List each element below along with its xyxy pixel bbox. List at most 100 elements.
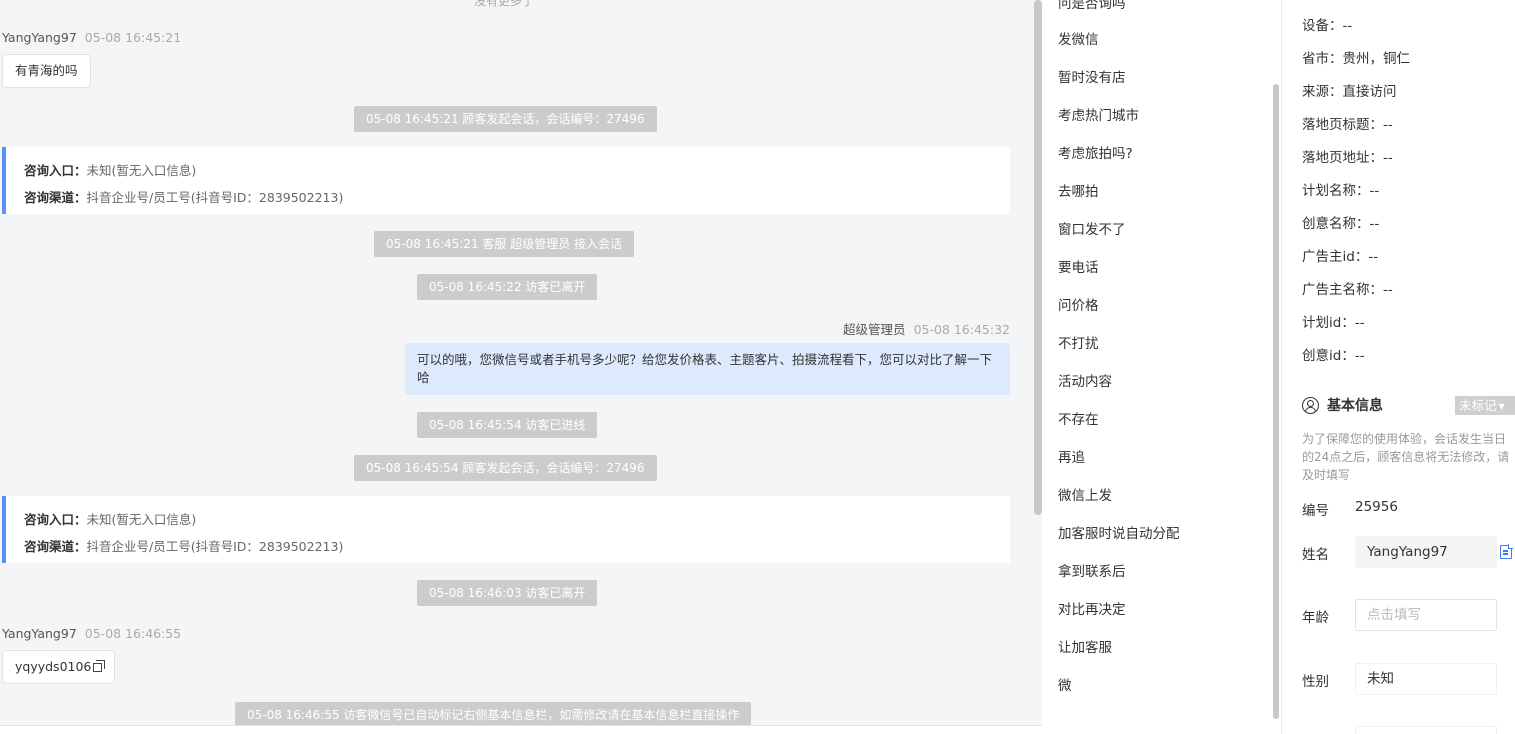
attr-value: --	[1354, 348, 1365, 364]
wechat-id-text: yqyyds0106	[15, 659, 92, 674]
quick-reply-item[interactable]: 问是否询吗	[1058, 0, 1126, 12]
attr-value: --	[1369, 183, 1380, 199]
attr-province-city: 省市：贵州，铜仁	[1302, 47, 1410, 67]
consult-info-card: 咨询入口：未知(暂无入口信息) 咨询渠道：抖音企业号/员工号(抖音号ID：283…	[2, 496, 1010, 563]
attr-value: --	[1342, 18, 1353, 34]
quick-reply-item[interactable]: 考虑旅拍吗?	[1058, 142, 1133, 162]
gender-field[interactable]: 未知	[1355, 663, 1497, 695]
no-more-history: 没有更多了	[474, 0, 535, 8]
quick-reply-item[interactable]: 微	[1058, 674, 1072, 694]
quick-reply-item[interactable]: 不打扰	[1058, 332, 1099, 352]
entry-label: 咨询入口：	[24, 163, 87, 178]
attr-device: 设备：--	[1302, 14, 1352, 34]
attr-label: 落地页标题：	[1302, 117, 1383, 133]
quick-reply-item[interactable]: 不存在	[1058, 408, 1099, 428]
system-message: 05-08 16:45:54 顾客发起会话，会话编号：27496	[354, 455, 657, 481]
gender-label: 性别	[1302, 674, 1329, 690]
message-time: 05-08 16:45:21	[84, 30, 182, 45]
attr-value: --	[1383, 117, 1393, 133]
quick-reply-item[interactable]: 对比再决定	[1058, 598, 1126, 618]
channel-value: 抖音企业号/员工号(抖音号ID：2839502213)	[86, 539, 344, 554]
quick-reply-item[interactable]: 窗口发不了	[1058, 218, 1126, 238]
attr-label: 计划名称：	[1302, 183, 1370, 199]
attr-creative-id: 创意id：--	[1302, 344, 1365, 364]
system-message: 05-08 16:45:21 顾客发起会话，会话编号：27496	[354, 106, 657, 132]
channel-label: 咨询渠道：	[24, 190, 87, 205]
attr-source: 来源：直接访问	[1302, 80, 1397, 100]
chat-scrollbar[interactable]	[1034, 0, 1042, 515]
copy-icon[interactable]	[93, 660, 106, 672]
system-message: 05-08 16:45:22 访客已离开	[417, 274, 598, 300]
chat-input-area[interactable]	[0, 725, 1042, 734]
attr-label: 创意名称：	[1302, 216, 1370, 232]
attr-advertiser-id: 广告主id：--	[1302, 245, 1378, 265]
tag-select-value: 未标记	[1459, 398, 1497, 413]
caret-down-icon: ▼	[1498, 402, 1505, 411]
sender-name: 超级管理员	[843, 322, 906, 337]
age-label: 年龄	[1302, 610, 1329, 626]
visitor-message-bubble: 有青海的吗	[2, 54, 91, 88]
attr-value: --	[1383, 150, 1393, 166]
attr-value: --	[1368, 249, 1379, 265]
quick-reply-item[interactable]: 问价格	[1058, 294, 1099, 314]
sender-name: YangYang97	[2, 30, 77, 45]
quick-reply-item[interactable]: 活动内容	[1058, 370, 1112, 390]
age-field[interactable]: 点击填写	[1355, 599, 1497, 631]
entry-value: 未知(暂无入口信息)	[86, 512, 197, 527]
system-message: 05-08 16:46:55 访客微信号已自动标记右侧基本信息栏，如需修改请在基…	[235, 702, 752, 725]
visitor-message-meta: YangYang97 05-08 16:46:55	[2, 626, 181, 641]
attr-label: 广告主名称：	[1302, 282, 1383, 298]
attr-label: 设备：	[1302, 18, 1343, 34]
quick-reply-item[interactable]: 微信上发	[1058, 484, 1112, 504]
quick-reply-item[interactable]: 让加客服	[1058, 636, 1112, 656]
agent-message-bubble: 可以的哦，您微信号或者手机号多少呢？给您发价格表、主题客片、拍摄流程看下，您可以…	[405, 343, 1010, 395]
channel-value: 抖音企业号/员工号(抖音号ID：2839502213)	[86, 190, 344, 205]
attr-value: 贵州，铜仁	[1342, 51, 1411, 67]
tag-select[interactable]: 未标记 ▼	[1455, 396, 1515, 415]
name-label: 姓名	[1302, 547, 1329, 563]
message-time: 05-08 16:45:32	[913, 322, 1010, 337]
attr-value: --	[1369, 216, 1380, 232]
system-message: 05-08 16:45:21 客服 超级管理员 接入会话	[374, 231, 635, 257]
attr-label: 创意id：	[1302, 348, 1355, 364]
attr-label: 落地页地址：	[1302, 150, 1383, 166]
system-message: 05-08 16:46:03 访客已离开	[417, 580, 598, 606]
visitor-message-meta: YangYang97 05-08 16:45:21	[2, 30, 181, 45]
attr-creative-name: 创意名称：--	[1302, 212, 1379, 232]
name-field[interactable]: YangYang97	[1355, 536, 1497, 568]
attr-label: 广告主id：	[1302, 249, 1369, 265]
customer-info-panel: 设备：-- 省市：贵州，铜仁 来源：直接访问 落地页标题：-- 落地页地址：--…	[1282, 0, 1515, 734]
attr-label: 计划id：	[1302, 315, 1355, 331]
entry-label: 咨询入口：	[24, 512, 87, 527]
section-title-text: 基本信息	[1327, 398, 1383, 414]
message-time: 05-08 16:46:55	[84, 626, 182, 641]
quick-reply-item[interactable]: 考虑热门城市	[1058, 104, 1139, 124]
visitor-message-bubble: yqyyds0106	[2, 650, 116, 684]
quick-reply-scrollbar[interactable]	[1273, 84, 1279, 719]
quick-reply-item[interactable]: 去哪拍	[1058, 180, 1099, 200]
entry-value: 未知(暂无入口信息)	[86, 163, 197, 178]
quick-reply-item[interactable]: 暂时没有店	[1058, 66, 1126, 86]
quick-reply-item[interactable]: 拿到联系后	[1058, 560, 1126, 580]
system-message: 05-08 16:45:54 访客已进线	[417, 412, 598, 438]
attr-value: 直接访问	[1342, 84, 1397, 100]
channel-label: 咨询渠道：	[24, 539, 87, 554]
attr-landing-title: 落地页标题：--	[1302, 113, 1393, 133]
document-icon[interactable]	[1500, 544, 1513, 559]
agent-message-meta: 超级管理员 05-08 16:45:32	[843, 319, 1010, 338]
attr-landing-url: 落地页地址：--	[1302, 146, 1393, 166]
quick-reply-item[interactable]: 要电话	[1058, 256, 1099, 276]
user-circle-icon	[1302, 396, 1319, 414]
basic-info-title: 基本信息	[1302, 395, 1383, 415]
attr-plan-id: 计划id：--	[1302, 311, 1365, 331]
attr-value: --	[1354, 315, 1365, 331]
attr-label: 来源：	[1302, 84, 1343, 100]
attr-value: --	[1383, 282, 1393, 298]
quick-reply-item[interactable]: 再追	[1058, 446, 1085, 466]
quick-reply-item[interactable]: 加客服时说自动分配	[1058, 522, 1180, 542]
next-field[interactable]	[1355, 726, 1497, 734]
sender-name: YangYang97	[2, 626, 77, 641]
quick-reply-panel: 问是否询吗 发微信 暂时没有店 考虑热门城市 考虑旅拍吗? 去哪拍 窗口发不了 …	[1042, 0, 1282, 734]
id-label: 编号	[1302, 503, 1329, 519]
quick-reply-item[interactable]: 发微信	[1058, 28, 1099, 48]
